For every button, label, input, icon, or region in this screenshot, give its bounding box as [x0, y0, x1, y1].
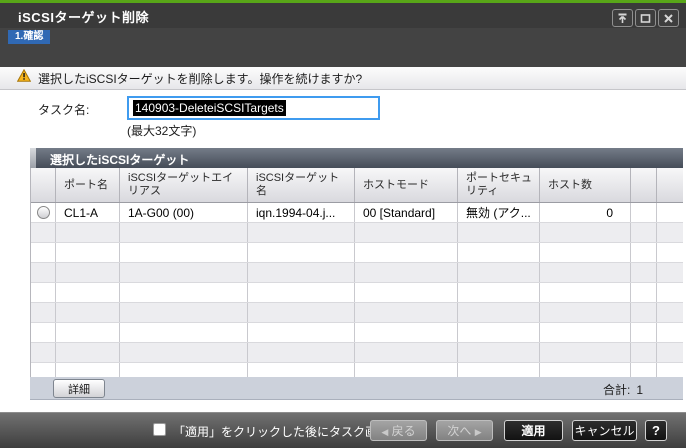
step-tab-strip: 1.確認	[0, 28, 686, 67]
row-radio-button[interactable]	[36, 206, 50, 219]
table-empty-row	[31, 343, 683, 363]
cell-port-name: CL1-A	[56, 203, 120, 222]
apply-button[interactable]: 適用	[504, 420, 563, 441]
header-spacer	[631, 168, 657, 202]
next-arrow-icon: ▶	[474, 427, 482, 437]
close-icon	[663, 13, 674, 24]
warning-banner: 選択したiSCSIターゲットを削除します。操作を続けますか?	[0, 67, 686, 90]
collapse-to-top-button[interactable]	[612, 9, 633, 27]
maximize-button[interactable]	[635, 9, 656, 27]
title-bar: iSCSIターゲット削除	[0, 3, 686, 28]
task-name-value: 140903-DeleteiSCSITargets	[133, 100, 286, 116]
warning-icon	[16, 68, 32, 87]
maximize-icon	[640, 13, 651, 24]
table-empty-rows	[31, 223, 683, 377]
task-name-max-length-hint: (最大32文字)	[127, 124, 197, 138]
close-button[interactable]	[658, 9, 679, 27]
table-title-bar: 選択したiSCSIターゲット	[30, 148, 683, 168]
table-footer-bar: 詳細 合計: 1	[30, 377, 683, 400]
header-port-security[interactable]: ポートセキュリティ	[458, 168, 540, 202]
header-iscsi-target-alias[interactable]: iSCSIターゲットエイリアス	[120, 168, 248, 202]
cell-iscsi-target-name: iqn.1994-04.j...	[248, 203, 355, 222]
header-port-name[interactable]: ポート名	[56, 168, 120, 202]
table-empty-row	[31, 243, 683, 263]
warning-message: 選択したiSCSIターゲットを削除します。操作を続けますか?	[38, 71, 363, 86]
table-header-row: ポート名 iSCSIターゲットエイリアス iSCSIターゲット名 ホストモード …	[31, 168, 683, 203]
table-title-cap	[30, 148, 36, 168]
selected-iscsi-targets-table: 選択したiSCSIターゲット ポート名 iSCSIターゲットエイリアス iSCS…	[30, 148, 683, 400]
header-iscsi-target-name[interactable]: iSCSIターゲット名	[248, 168, 355, 202]
detail-button[interactable]: 詳細	[53, 379, 105, 398]
tab-step-1-confirm[interactable]: 1.確認	[8, 30, 51, 44]
total-count: 合計: 1	[603, 381, 643, 398]
table-empty-row	[31, 223, 683, 243]
total-label: 合計:	[602, 383, 631, 397]
task-name-input[interactable]: 140903-DeleteiSCSITargets	[127, 96, 380, 120]
table-empty-row	[31, 363, 683, 377]
header-host-mode[interactable]: ホストモード	[355, 168, 458, 202]
table-empty-row	[31, 323, 683, 343]
footer-bar: 「適用」をクリックした後にタスク画面を表示 ◀ 戻る 次へ ▶ 適用 キャンセル…	[0, 412, 686, 448]
collapse-to-top-icon	[617, 13, 628, 24]
back-button[interactable]: ◀ 戻る	[370, 420, 427, 441]
total-value: 1	[636, 383, 643, 397]
dialog-title: iSCSIターゲット削除	[18, 10, 149, 25]
table-body: ポート名 iSCSIターゲットエイリアス iSCSIターゲット名 ホストモード …	[30, 168, 683, 377]
help-button[interactable]: ?	[645, 420, 667, 441]
cancel-button[interactable]: キャンセル	[572, 420, 637, 441]
table-row: CL1-A 1A-G00 (00) iqn.1994-04.j... 00 [S…	[31, 203, 683, 223]
table-empty-row	[31, 283, 683, 303]
header-filler	[657, 168, 683, 202]
header-select	[31, 168, 56, 202]
cell-port-security: 無効 (アク...	[458, 203, 540, 222]
table-empty-row	[31, 303, 683, 323]
table-empty-row	[31, 263, 683, 283]
cell-host-mode: 00 [Standard]	[355, 203, 458, 222]
task-name-label: タスク名:	[38, 103, 90, 117]
back-arrow-icon: ◀	[381, 427, 389, 437]
next-button[interactable]: 次へ ▶	[436, 420, 493, 441]
header-host-count[interactable]: ホスト数	[540, 168, 631, 202]
table-title: 選択したiSCSIターゲット	[50, 153, 190, 167]
show-task-screen-checkbox[interactable]	[153, 423, 166, 436]
delete-iscsi-target-dialog: iSCSIターゲット削除 1.確認 選択したiSCSIターゲットを削除します。操…	[0, 0, 686, 448]
cell-iscsi-target-alias: 1A-G00 (00)	[120, 203, 248, 222]
cell-host-count: 0	[540, 203, 631, 222]
